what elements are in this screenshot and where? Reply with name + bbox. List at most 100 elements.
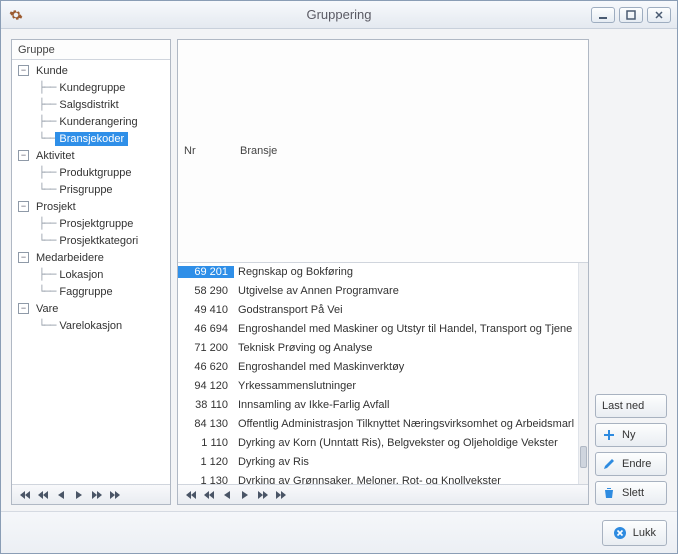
nav-nextpage-icon[interactable] [88, 488, 106, 502]
tree-connector: ├── [16, 98, 55, 111]
tree-item[interactable]: ├── Kundegruppe [12, 79, 170, 96]
collapse-icon[interactable]: − [18, 252, 29, 263]
tree-panel: Gruppe −Kunde ├── Kundegruppe ├── Salgsd… [11, 39, 171, 505]
scrollbar-thumb[interactable] [580, 446, 587, 468]
collapse-icon[interactable]: − [18, 303, 29, 314]
table-row[interactable]: 46 694Engroshandel med Maskiner og Utsty… [178, 320, 578, 339]
collapse-icon[interactable]: − [18, 65, 29, 76]
table-row[interactable]: 49 410Godstransport På Vei [178, 301, 578, 320]
close-dialog-button[interactable]: Lukk [602, 520, 667, 546]
table-row[interactable]: 94 120Yrkessammenslutninger [178, 377, 578, 396]
tree-item-label: Kunderangering [55, 115, 141, 129]
tree-item-label: Bransjekoder [55, 132, 128, 146]
tree[interactable]: −Kunde ├── Kundegruppe ├── Salgsdistrikt… [12, 60, 170, 484]
table-row[interactable]: 71 200Teknisk Prøving og Analyse [178, 339, 578, 358]
tree-item[interactable]: └── Prosjektkategori [12, 232, 170, 249]
collapse-icon[interactable]: − [18, 201, 29, 212]
tree-group-label: Medarbeidere [32, 251, 108, 265]
nav-next-icon[interactable] [70, 488, 88, 502]
tree-item-label: Kundegruppe [55, 81, 129, 95]
table-row[interactable]: 46 620Engroshandel med Maskinverktøy [178, 358, 578, 377]
edit-label: Endre [622, 458, 651, 470]
nav-prev-icon[interactable] [218, 488, 236, 502]
tree-item[interactable]: └── Prisgruppe [12, 181, 170, 198]
tree-item-label: Salgsdistrikt [55, 98, 122, 112]
tree-connector: └── [16, 234, 55, 247]
tree-connector: ├── [16, 217, 55, 230]
cell-bransje: Innsamling av Ikke-Farlig Avfall [234, 399, 578, 411]
cell-bransje: Godstransport På Vei [234, 304, 578, 316]
tree-item[interactable]: ├── Prosjektgruppe [12, 215, 170, 232]
tree-group[interactable]: −Kunde [12, 62, 170, 79]
tree-connector: ├── [16, 81, 55, 94]
minimize-button[interactable] [591, 7, 615, 23]
tree-group[interactable]: −Vare [12, 300, 170, 317]
collapse-icon[interactable]: − [18, 150, 29, 161]
table-row[interactable]: 1 120Dyrking av Ris [178, 453, 578, 472]
edit-button[interactable]: Endre [595, 452, 667, 476]
cell-bransje: Engroshandel med Maskinverktøy [234, 361, 578, 373]
nav-prev-icon[interactable] [52, 488, 70, 502]
tree-header: Gruppe [12, 40, 170, 60]
delete-label: Slett [622, 487, 644, 499]
tree-connector: ├── [16, 268, 55, 281]
nav-prevpage-icon[interactable] [34, 488, 52, 502]
tree-item[interactable]: ├── Salgsdistrikt [12, 96, 170, 113]
tree-item[interactable]: └── Faggruppe [12, 283, 170, 300]
nav-last-icon[interactable] [106, 488, 124, 502]
delete-button[interactable]: Slett [595, 481, 667, 505]
tree-item[interactable]: ├── Kunderangering [12, 113, 170, 130]
tree-connector: ├── [16, 115, 55, 128]
nav-last-icon[interactable] [272, 488, 290, 502]
nav-first-icon[interactable] [182, 488, 200, 502]
table-row[interactable]: 58 290Utgivelse av Annen Programvare [178, 282, 578, 301]
window-title: Gruppering [1, 7, 677, 22]
download-button[interactable]: Last ned [595, 394, 667, 418]
close-button[interactable] [647, 7, 671, 23]
tree-header-label: Gruppe [12, 44, 61, 56]
cell-nr: 94 120 [178, 380, 234, 392]
col-bransje[interactable]: Bransje [234, 145, 588, 157]
tree-group[interactable]: −Medarbeidere [12, 249, 170, 266]
tree-item-label: Lokasjon [55, 268, 107, 282]
tree-item[interactable]: ├── Produktgruppe [12, 164, 170, 181]
table-row[interactable]: 84 130Offentlig Administrasjon Tilknytte… [178, 415, 578, 434]
tree-item[interactable]: └── Bransjekoder [12, 130, 170, 147]
new-button[interactable]: Ny [595, 423, 667, 447]
cell-nr: 46 620 [178, 361, 234, 373]
nav-nextpage-icon[interactable] [254, 488, 272, 502]
window-controls [591, 7, 671, 23]
tree-item[interactable]: ├── Lokasjon [12, 266, 170, 283]
table-row[interactable]: 38 110Innsamling av Ikke-Farlig Avfall [178, 396, 578, 415]
cell-bransje: Engroshandel med Maskiner og Utstyr til … [234, 323, 578, 335]
tree-item-label: Produktgruppe [55, 166, 135, 180]
cell-bransje: Offentlig Administrasjon Tilknyttet Næri… [234, 418, 578, 430]
cell-bransje: Dyrking av Korn (Unntatt Ris), Belgvekst… [234, 437, 578, 449]
maximize-button[interactable] [619, 7, 643, 23]
tree-group[interactable]: −Prosjekt [12, 198, 170, 215]
nav-first-icon[interactable] [16, 488, 34, 502]
nav-next-icon[interactable] [236, 488, 254, 502]
scrollbar[interactable] [578, 263, 588, 485]
tree-connector: └── [16, 132, 55, 145]
table-row[interactable]: 1 110Dyrking av Korn (Unntatt Ris), Belg… [178, 434, 578, 453]
list-header: Nr Bransje [178, 40, 588, 263]
tree-item-label: Prosjektkategori [55, 234, 142, 248]
cell-bransje: Dyrking av Grønnsaker, Meloner, Rot- og … [234, 475, 578, 484]
tree-item[interactable]: └── Varelokasjon [12, 317, 170, 334]
tree-item-label: Prosjektgruppe [55, 217, 137, 231]
table-row[interactable]: 1 130Dyrking av Grønnsaker, Meloner, Rot… [178, 472, 578, 485]
cell-bransje: Teknisk Prøving og Analyse [234, 342, 578, 354]
gear-icon[interactable] [9, 8, 23, 22]
col-nr[interactable]: Nr [178, 145, 234, 157]
tree-connector: └── [16, 183, 55, 196]
cell-nr: 69 201 [178, 266, 234, 278]
titlebar: Gruppering [1, 1, 677, 29]
tree-group[interactable]: −Aktivitet [12, 147, 170, 164]
cell-nr: 58 290 [178, 285, 234, 297]
cell-bransje: Dyrking av Ris [234, 456, 578, 468]
tree-group-label: Kunde [32, 64, 72, 78]
list[interactable]: 69 201Regnskap og Bokføring58 290Utgivel… [178, 263, 588, 485]
table-row[interactable]: 69 201Regnskap og Bokføring [178, 263, 578, 282]
nav-prevpage-icon[interactable] [200, 488, 218, 502]
